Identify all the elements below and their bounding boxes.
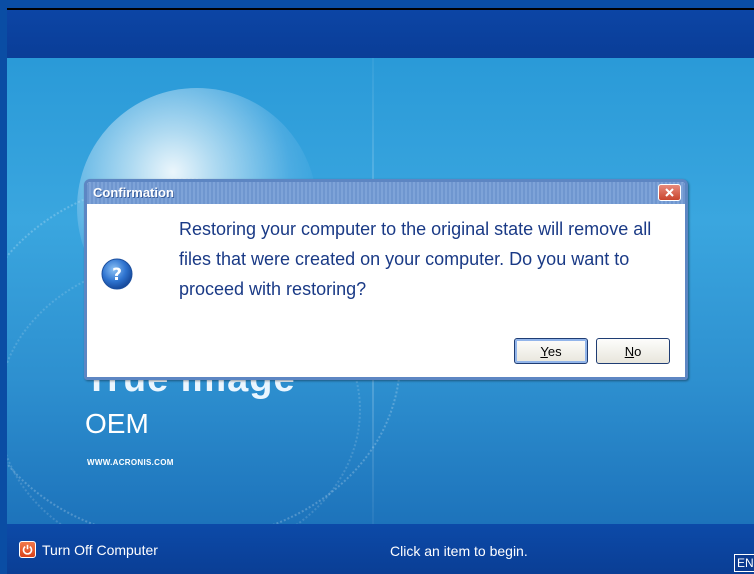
taskbar: Turn Off Computer Click an item to begin… (7, 524, 754, 574)
power-icon (19, 541, 36, 558)
turn-off-label: Turn Off Computer (42, 541, 158, 558)
close-button[interactable] (658, 184, 681, 201)
status-text: Click an item to begin. (390, 543, 528, 559)
screen: True Image OEM WWW.ACRONIS.COM Turn Off … (0, 0, 754, 574)
yes-label: es (547, 343, 562, 359)
question-icon: ? (101, 258, 133, 290)
confirmation-dialog: Confirmation ? Restoring your computer t… (84, 179, 688, 380)
yes-button[interactable]: Yes (514, 338, 588, 364)
brand-edition: OEM (85, 408, 149, 439)
language-indicator[interactable]: EN (734, 554, 754, 572)
turn-off-computer-button[interactable]: Turn Off Computer (19, 541, 158, 558)
top-bar (7, 8, 754, 60)
dialog-body: ? Restoring your computer to the origina… (87, 204, 685, 377)
dialog-title: Confirmation (93, 185, 174, 200)
yes-accelerator: Y (540, 343, 548, 359)
close-icon (665, 188, 674, 197)
no-button[interactable]: No (596, 338, 670, 364)
no-accelerator: N (624, 343, 635, 359)
brand-url: WWW.ACRONIS.COM (87, 458, 174, 467)
dialog-message: Restoring your computer to the original … (179, 219, 652, 299)
no-label: o (634, 343, 642, 359)
dialog-titlebar[interactable]: Confirmation (87, 182, 685, 204)
svg-text:?: ? (112, 265, 122, 285)
